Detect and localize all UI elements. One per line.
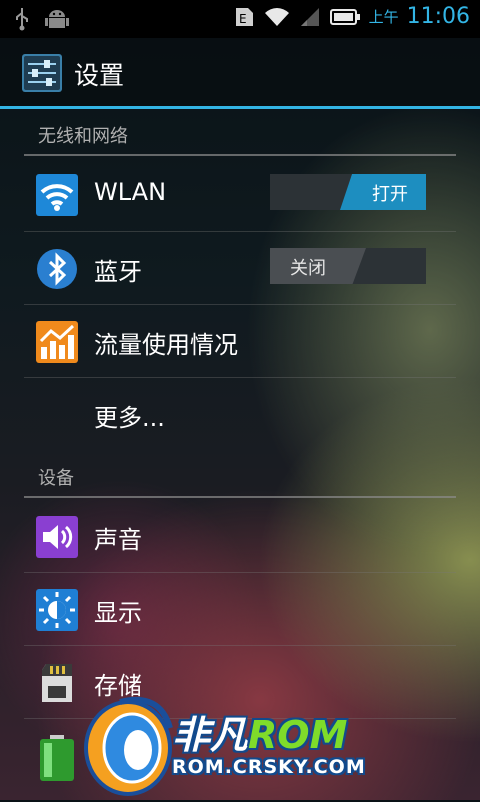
battery-icon — [329, 8, 360, 25]
display-label: 显示 — [94, 599, 142, 627]
android-debug-icon — [45, 10, 69, 28]
brightness-icon — [36, 589, 78, 631]
crsky-logo-icon — [80, 688, 175, 798]
page-title: 设置 — [74, 61, 125, 90]
clock-ampm: 上午 — [368, 8, 399, 26]
toggle-off-label: 关闭 — [290, 258, 326, 279]
sd-card-icon — [36, 662, 78, 704]
data-usage-label: 流量使用情况 — [94, 331, 238, 359]
watermark-url: ROM.CRSKY.COM — [172, 756, 366, 778]
section-header-device: 设备 — [38, 468, 74, 489]
bluetooth-label: 蓝牙 — [94, 258, 142, 286]
bluetooth-toggle[interactable]: 关闭 — [270, 248, 426, 284]
sim-e-icon: E — [235, 7, 253, 26]
action-bar-divider — [0, 106, 480, 109]
watermark-name: 非凡ROM — [172, 704, 347, 759]
action-bar: 设置 — [0, 38, 480, 106]
notification-icons — [14, 6, 70, 32]
wifi-icon — [36, 174, 78, 216]
watermark-name-rom: ROM — [248, 713, 348, 757]
settings-item-bluetooth[interactable]: 蓝牙 关闭 — [24, 232, 456, 304]
signal-icon — [300, 7, 319, 26]
data-usage-chart-icon — [36, 321, 78, 363]
sound-label: 声音 — [94, 526, 142, 554]
watermark-name-cn: 非凡 — [172, 713, 249, 757]
settings-item-wlan[interactable]: WLAN 打开 — [24, 158, 456, 230]
usb-icon — [16, 8, 28, 31]
toggle-thumb-off: 关闭 — [270, 248, 366, 284]
watermark-logo: 非凡ROM ROM.CRSKY.COM — [80, 688, 410, 798]
section-divider — [24, 496, 456, 498]
settings-item-data-usage[interactable]: 流量使用情况 — [24, 305, 456, 377]
settings-sliders-icon[interactable] — [22, 54, 62, 92]
section-header-wireless: 无线和网络 — [38, 126, 128, 147]
svg-text:E: E — [239, 12, 247, 26]
wlan-label: WLAN — [94, 178, 167, 206]
settings-item-display[interactable]: 显示 — [24, 573, 456, 645]
settings-item-sound[interactable]: 声音 — [24, 500, 456, 572]
clock-time: 11:06 — [406, 4, 470, 29]
toggle-on-label: 打开 — [372, 184, 408, 205]
speaker-icon — [36, 516, 78, 558]
system-icons: E 上午 11:06 — [233, 4, 470, 29]
battery-icon — [36, 735, 78, 781]
more-label: 更多... — [94, 404, 165, 432]
bluetooth-icon — [36, 248, 78, 290]
status-bar: E 上午 11:06 — [0, 0, 480, 38]
wlan-toggle[interactable]: 打开 — [270, 174, 426, 210]
settings-item-more[interactable]: 更多... — [24, 378, 456, 450]
wifi-icon — [264, 7, 289, 26]
section-divider — [24, 154, 456, 156]
toggle-thumb-on: 打开 — [340, 174, 426, 210]
